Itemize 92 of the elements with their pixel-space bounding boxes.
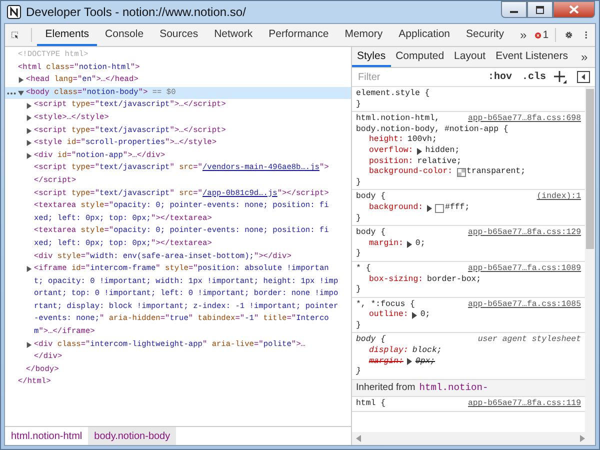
error-count[interactable]: 1 xyxy=(542,29,549,41)
maximize-button[interactable] xyxy=(527,1,553,18)
add-icon[interactable] xyxy=(554,70,568,84)
collapsed-triangle-icon[interactable] xyxy=(26,102,32,109)
collapsed-triangle-icon[interactable] xyxy=(26,115,32,122)
color-swatch-icon[interactable] xyxy=(435,204,444,213)
expand-triangle-icon[interactable] xyxy=(412,312,418,320)
sidebar-toggle-icon[interactable] xyxy=(577,71,590,83)
css-value[interactable]: relative; xyxy=(417,156,462,168)
panel-tab[interactable]: Performance xyxy=(260,24,337,46)
ellipsis-icon[interactable] xyxy=(7,92,16,95)
css-selector: element.style { xyxy=(356,89,430,100)
source-label: user agent stylesheet xyxy=(478,335,581,346)
window-title: Developer Tools - notion://www.notion.so/ xyxy=(26,5,246,19)
collapsed-triangle-icon[interactable] xyxy=(26,128,32,134)
maximize-icon xyxy=(535,6,545,14)
closing-brace: } xyxy=(356,320,361,332)
toggle-button[interactable]: :hov xyxy=(486,72,514,82)
css-property[interactable]: height: xyxy=(369,135,404,146)
expand-triangle-icon[interactable] xyxy=(417,148,422,155)
vertical-scrollbar[interactable] xyxy=(585,87,595,432)
closing-brace: } xyxy=(356,367,361,378)
css-property[interactable]: overflow: xyxy=(369,146,414,157)
panel-tab[interactable]: Memory xyxy=(336,24,391,46)
css-selector: body.notion-body, #notion-app { xyxy=(356,124,508,135)
css-property[interactable]: background-color: xyxy=(369,167,453,178)
close-button[interactable] xyxy=(553,1,595,18)
css-value[interactable]: block; xyxy=(412,346,442,357)
css-value[interactable]: transparent; xyxy=(466,167,526,178)
expand-triangle-icon[interactable] xyxy=(407,358,412,366)
closing-brace: } xyxy=(356,178,361,188)
css-property[interactable]: box-sizing: xyxy=(369,274,424,286)
css-property[interactable]: margin: xyxy=(369,238,404,250)
css-property[interactable]: display: xyxy=(369,346,408,357)
color-swatch-icon[interactable] xyxy=(456,168,466,177)
css-value[interactable]: #fff; xyxy=(445,202,470,214)
css-property[interactable]: margin: xyxy=(369,356,404,368)
expand-triangle-icon[interactable] xyxy=(427,204,432,212)
source-link[interactable]: app-b65ae77…8fa.css:129 xyxy=(468,228,581,239)
sidebar-tab[interactable]: Event Listeners xyxy=(490,47,573,67)
css-value[interactable]: 100vh; xyxy=(407,135,437,146)
source-link[interactable]: app-b65ae77…fa.css:1089 xyxy=(468,264,581,274)
panel-tab[interactable]: Elements xyxy=(37,24,98,46)
element-link[interactable]: html.notion- xyxy=(419,382,488,394)
more-tabs-button[interactable]: » xyxy=(512,24,535,46)
css-selector: * { xyxy=(356,264,371,274)
source-link[interactable]: (index):1 xyxy=(536,192,581,203)
sidebar-tab[interactable]: Computed xyxy=(390,47,450,67)
collapsed-triangle-icon[interactable] xyxy=(26,266,32,272)
sidebar-tab[interactable]: Styles xyxy=(352,47,391,67)
css-value[interactable]: border-box; xyxy=(427,274,482,286)
css-selector: body { xyxy=(356,335,386,346)
minimize-button[interactable] xyxy=(501,1,527,18)
source-link[interactable]: app-b65ae77…fa.css:1085 xyxy=(468,300,581,310)
expand-triangle-icon[interactable] xyxy=(407,240,412,248)
panel-tab[interactable]: Sources xyxy=(152,24,206,46)
inherited-label: Inherited from xyxy=(356,382,416,394)
closing-brace: } xyxy=(356,214,361,224)
css-selector: body { xyxy=(356,228,386,239)
breadcrumb[interactable]: body.notion-body xyxy=(88,427,176,445)
source-link[interactable]: app-b65ae77…8fa.css:119 xyxy=(468,399,581,410)
source-link[interactable]: app-b65ae77…8fa.css:698 xyxy=(468,114,581,125)
toggle-button[interactable]: .cls xyxy=(520,72,548,82)
css-selector: html.notion-html, xyxy=(356,114,440,125)
close-icon xyxy=(569,5,579,14)
expanded-triangle-icon[interactable] xyxy=(18,90,24,96)
collapsed-triangle-icon[interactable] xyxy=(26,342,32,348)
css-selector: body { xyxy=(356,192,386,203)
css-property[interactable]: outline: xyxy=(369,310,408,321)
css-property[interactable]: background: xyxy=(369,202,424,214)
css-property[interactable]: position: xyxy=(369,156,414,168)
sidebar-tab[interactable]: Layout xyxy=(449,47,491,67)
more-tabs-button[interactable]: » xyxy=(572,47,596,67)
closing-brace: } xyxy=(356,249,361,260)
panel-tab[interactable]: Security xyxy=(458,24,512,46)
panel-tab[interactable]: Network xyxy=(206,24,261,46)
closing-brace: } xyxy=(356,100,361,110)
css-value[interactable]: hidden; xyxy=(425,146,460,157)
collapsed-triangle-icon[interactable] xyxy=(26,153,32,160)
closing-brace: } xyxy=(356,285,361,296)
css-value[interactable]: 0px; xyxy=(415,356,436,368)
css-value[interactable]: 0; xyxy=(415,238,426,250)
app-logo-icon xyxy=(7,5,21,19)
panel-tab[interactable]: Application xyxy=(390,24,458,46)
collapsed-triangle-icon[interactable] xyxy=(18,77,24,84)
css-value[interactable]: 0; xyxy=(420,310,430,321)
css-selector: html { xyxy=(356,399,386,410)
collapsed-triangle-icon[interactable] xyxy=(26,140,32,146)
error-icon xyxy=(534,30,541,40)
breadcrumb[interactable]: html.notion-html xyxy=(5,427,88,445)
panel-tab[interactable]: Console xyxy=(97,24,152,46)
css-selector: *, *:focus { xyxy=(356,300,415,310)
